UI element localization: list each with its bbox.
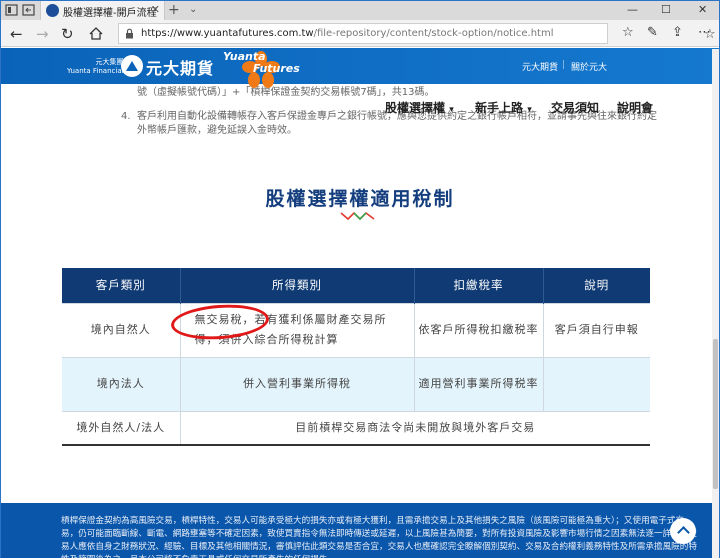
nav-item-beginner[interactable]: 新手上路 ▾	[475, 99, 532, 116]
nav-item-label: 股權選擇權	[385, 101, 446, 115]
table-cell: 境內自然人	[62, 302, 181, 357]
title-bar: 股權選擇權-開戶流程 ✕ + ⌄ — ☐ ✕	[1, 1, 719, 20]
maximize-button[interactable]: ☐	[661, 3, 671, 16]
active-tab[interactable]: 股權選擇權-開戶流程 ✕	[40, 1, 165, 20]
table-cell	[543, 356, 650, 411]
url-host: https://www.yuantafutures.com.tw	[141, 28, 314, 39]
header-link-separator: |	[562, 60, 566, 70]
yuanta-logo-icon[interactable]	[121, 55, 143, 77]
minimize-button[interactable]: —	[627, 3, 638, 16]
tab-title: 股權選擇權-開戶流程	[63, 8, 157, 19]
url-input[interactable]: https://www.yuantafutures.com.tw/file-re…	[118, 23, 716, 44]
lock-icon	[126, 28, 133, 39]
table-row: 境外自然人/法人 目前槓桿交易商法令尚未開放與境外客戶交易	[62, 410, 650, 445]
tab-close-icon[interactable]: ✕	[151, 3, 160, 16]
back-to-top-button[interactable]	[670, 518, 696, 544]
table-row: 境內自然人 無交易稅，若有獲利係屬財產交易所得，須併入綜合所得稅計算 依客戶所得…	[62, 302, 650, 357]
table-cell: 併入營利事業所得稅	[180, 356, 415, 411]
new-tab-button[interactable]: +	[168, 2, 180, 18]
header-customer-type: 客戶類別	[62, 268, 181, 303]
table-cell: 目前槓桿交易商法令尚未開放與境外客戶交易	[180, 410, 650, 445]
chevron-down-icon: ▾	[527, 105, 532, 115]
title-zigzag-decoration	[340, 211, 375, 221]
table-cell: 境外自然人/法人	[62, 410, 181, 445]
more-menu-icon[interactable]: ⋯	[698, 25, 711, 40]
back-arrow-icon[interactable]: ←	[10, 25, 23, 43]
tab-actions-icon[interactable]	[5, 4, 18, 16]
favorites-hub-icon[interactable]: ☆	[622, 25, 634, 40]
share-icon[interactable]: ⇪	[672, 25, 683, 40]
close-window-button[interactable]: ✕	[698, 3, 707, 16]
nav-item-seminar[interactable]: 說明會	[617, 99, 653, 116]
notice-item-number: 4.	[121, 111, 131, 122]
table-cell: 境內法人	[62, 356, 181, 411]
site-footer: 槓桿保證金契約為高風險交易，槓桿特性，交易人可能承受極大的損失亦或有極大獲利，且…	[1, 503, 719, 558]
scrollbar-thumb[interactable]	[713, 339, 718, 489]
header-link-futures[interactable]: 元大期貨	[522, 60, 558, 73]
risk-disclaimer: 槓桿保證金契約為高風險交易，槓桿特性，交易人可能承受極大的損失亦或有極大獲利，且…	[61, 516, 697, 558]
url-path: /file-repository/content/stock-option/no…	[313, 28, 554, 39]
table-cell: 客戶須自行申報	[543, 302, 650, 357]
table-row: 境內法人 併入營利事業所得稅 適用營利事業所得税率	[62, 356, 650, 411]
nav-item-label: 新手上路	[475, 101, 524, 115]
site-header: 元大集團 Yuanta Financial 元大期貨 Yuanta Futures …	[1, 48, 719, 88]
refresh-icon[interactable]: ↻	[61, 25, 74, 43]
address-bar: ← → ↻ https://www.yuantafutures.com.tw/f…	[1, 20, 719, 47]
section-title: 股權選擇權適用稅制	[265, 188, 455, 210]
reading-list-icon[interactable]: ✎	[647, 25, 658, 40]
tax-table: 客戶類別 所得類別 扣繳稅率 說明 境內自然人 無交易稅，若有獲利係屬財產交易所…	[62, 268, 650, 446]
brand-futures-text: Yuanta Futures	[223, 51, 300, 75]
logo-text[interactable]: 元大期貨	[146, 55, 214, 79]
header-description: 說明	[543, 268, 650, 303]
notice-line-top: 號（虛擬帳號代碼）」+「槓桿保證金契約交易帳號7碼」，共13碼。	[137, 87, 435, 98]
table-cell: 依客戶所得稅扣繳税率	[414, 302, 544, 357]
header-withholding-rate: 扣繳稅率	[414, 268, 544, 303]
group-logo-text: 元大集團 Yuanta Financial	[67, 58, 124, 75]
yuanta-favicon-icon	[46, 4, 59, 17]
home-icon[interactable]	[89, 27, 103, 40]
nav-item-stock-option[interactable]: 股權選擇權 ▾	[385, 99, 454, 116]
table-cell: 適用營利事業所得税率	[414, 356, 544, 411]
nav-item-trading-notice[interactable]: 交易須知	[551, 99, 599, 116]
brand-line2: Futures	[253, 62, 300, 75]
web-page: 號（虛擬帳號代碼）」+「槓桿保證金契約交易帳號7碼」，共13碼。 4. 客戶利用…	[1, 48, 719, 558]
url-text: https://www.yuantafutures.com.tw/file-re…	[141, 28, 554, 39]
browser-window: 股權選擇權-開戶流程 ✕ + ⌄ — ☐ ✕ ← → ↻ https://www…	[0, 0, 720, 558]
vertical-scrollbar[interactable]	[712, 49, 719, 558]
header-link-about[interactable]: 關於元大	[571, 60, 607, 73]
header-income-type: 所得類別	[180, 268, 415, 303]
forward-arrow-icon[interactable]: →	[36, 25, 49, 43]
back-tabs-icon[interactable]	[22, 4, 35, 16]
chevron-down-icon: ▾	[449, 105, 454, 115]
tab-menu-chevron-icon[interactable]: ⌄	[189, 4, 197, 15]
